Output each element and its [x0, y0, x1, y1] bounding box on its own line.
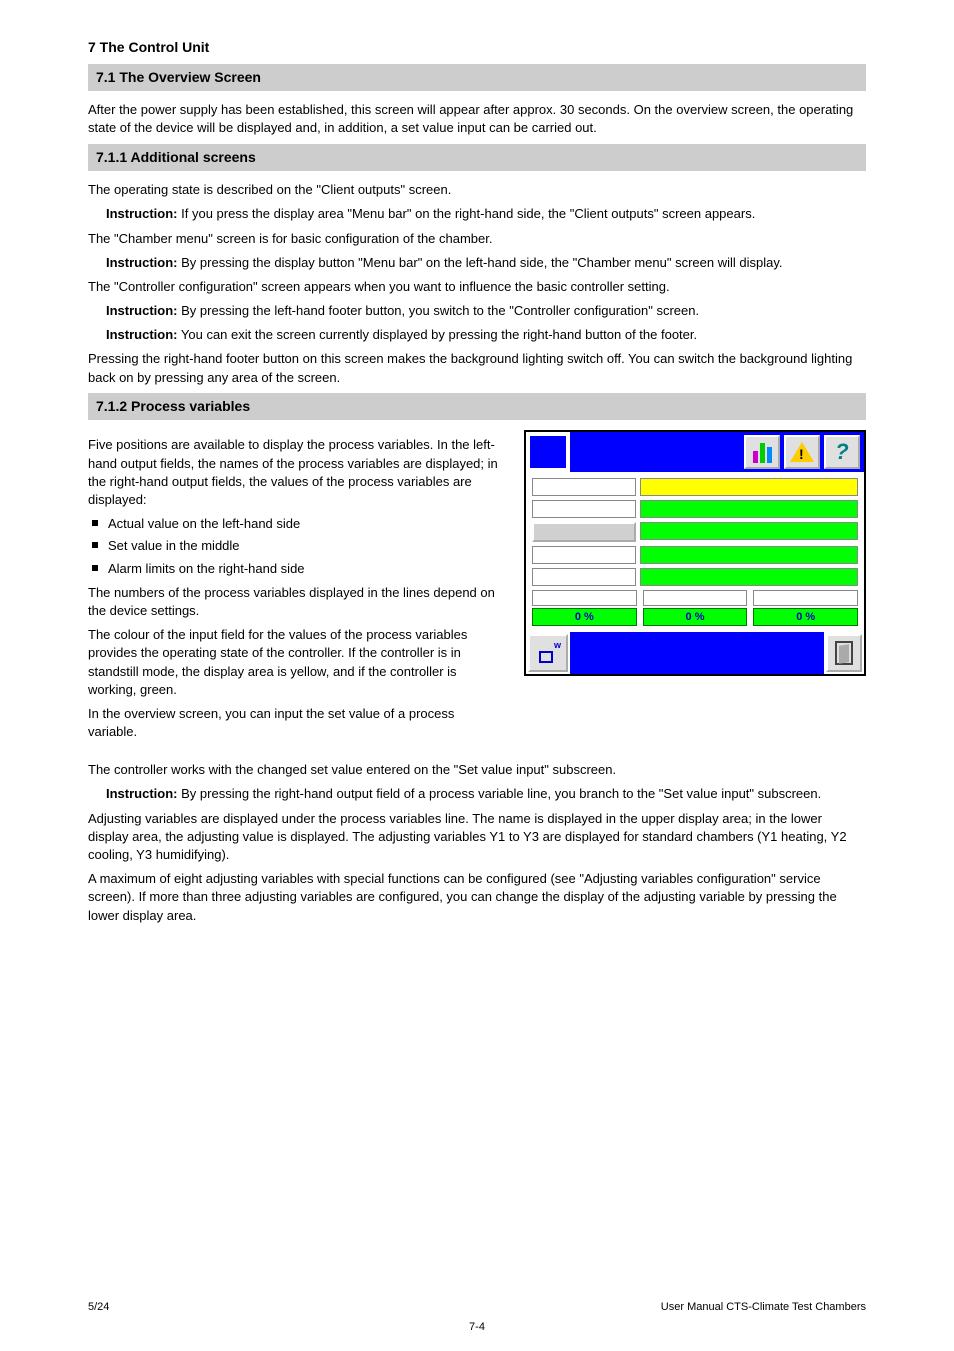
bars-button[interactable] [744, 435, 780, 469]
section-7-1-2: 7.1.2 Process variables [88, 393, 866, 421]
output-1: 0 % [532, 608, 637, 626]
pv-bar-4[interactable] [640, 546, 858, 564]
chapter-heading: 7 The Control Unit [88, 38, 866, 58]
text-7-1-1g: Instruction: You can exit the screen cur… [106, 326, 866, 344]
text-7-1-2e: The controller works with the changed se… [88, 761, 866, 779]
pv-label-1 [532, 478, 636, 496]
pv-label-4 [532, 546, 636, 564]
text-7-1-1b: Instruction: If you press the display ar… [106, 205, 866, 223]
section-7-1: 7.1 The Overview Screen [88, 64, 866, 92]
aux-cell-2 [643, 590, 748, 606]
controller-icon [535, 641, 561, 665]
text-7-1-2c: The colour of the input field for the va… [88, 626, 500, 699]
aux-row [532, 590, 858, 606]
process-row-3 [532, 522, 858, 542]
text-7-1-2d: In the overview screen, you can input th… [88, 705, 500, 741]
pv-bar-5[interactable] [640, 568, 858, 586]
text-7-1-2f: Instruction: By pressing the right-hand … [106, 785, 866, 803]
text-7-1-1e: The "Controller configuration" screen ap… [88, 278, 866, 296]
aux-cell-3 [753, 590, 858, 606]
question-icon: ? [835, 437, 848, 468]
footer-right: User Manual CTS-Climate Test Chambers [661, 1300, 866, 1315]
panel-title-area [570, 432, 742, 472]
controller-config-button[interactable] [528, 634, 568, 672]
aux-cell-1 [532, 590, 637, 606]
text-7-1-1a: The operating state is described on the … [88, 181, 866, 199]
output-3: 0 % [753, 608, 858, 626]
process-row-2 [532, 500, 858, 518]
output-row: 0 % 0 % 0 % [532, 608, 858, 626]
warning-button[interactable] [784, 435, 820, 469]
exit-button[interactable] [826, 634, 862, 672]
output-2: 0 % [643, 608, 748, 626]
text-7-1-2h: A maximum of eight adjusting variables w… [88, 870, 866, 925]
process-row-5 [532, 568, 858, 586]
footer-left: 5/24 [88, 1300, 109, 1315]
page-number: 7-4 [0, 1320, 954, 1335]
text-7-1-1f: Instruction: By pressing the left-hand f… [106, 302, 866, 320]
process-row-1 [532, 478, 858, 496]
panel-footer-area [570, 632, 824, 674]
process-row-4 [532, 546, 858, 564]
warning-icon [790, 442, 814, 462]
overview-screen-panel: ? 0 % 0 % 0 % [524, 430, 866, 676]
pv-bar-2[interactable] [640, 500, 858, 518]
text-7-1-2g: Adjusting variables are displayed under … [88, 810, 866, 865]
pv-bar-3[interactable] [640, 522, 858, 540]
pv-label-2 [532, 500, 636, 518]
bullet-actual: Actual value on the left-hand side [108, 515, 500, 533]
pv-label-3[interactable] [532, 522, 636, 542]
panel-logo-box [528, 434, 568, 470]
door-icon [835, 641, 853, 665]
help-button[interactable]: ? [824, 435, 860, 469]
text-7-1-1d: Instruction: By pressing the display but… [106, 254, 866, 272]
bullet-set: Set value in the middle [108, 537, 500, 555]
bullet-alarm: Alarm limits on the right-hand side [108, 560, 500, 578]
text-7-1-2b: The numbers of the process variables dis… [88, 584, 500, 620]
section-7-1-1: 7.1.1 Additional screens [88, 144, 866, 172]
pv-label-5 [532, 568, 636, 586]
pv-bar-1[interactable] [640, 478, 858, 496]
text-7-1-1c: The "Chamber menu" screen is for basic c… [88, 230, 866, 248]
text-7-1-1h: Pressing the right-hand footer button on… [88, 350, 866, 386]
bars-icon [753, 441, 772, 463]
text-7-1: After the power supply has been establis… [88, 101, 866, 137]
text-7-1-2a: Five positions are available to display … [88, 436, 500, 509]
